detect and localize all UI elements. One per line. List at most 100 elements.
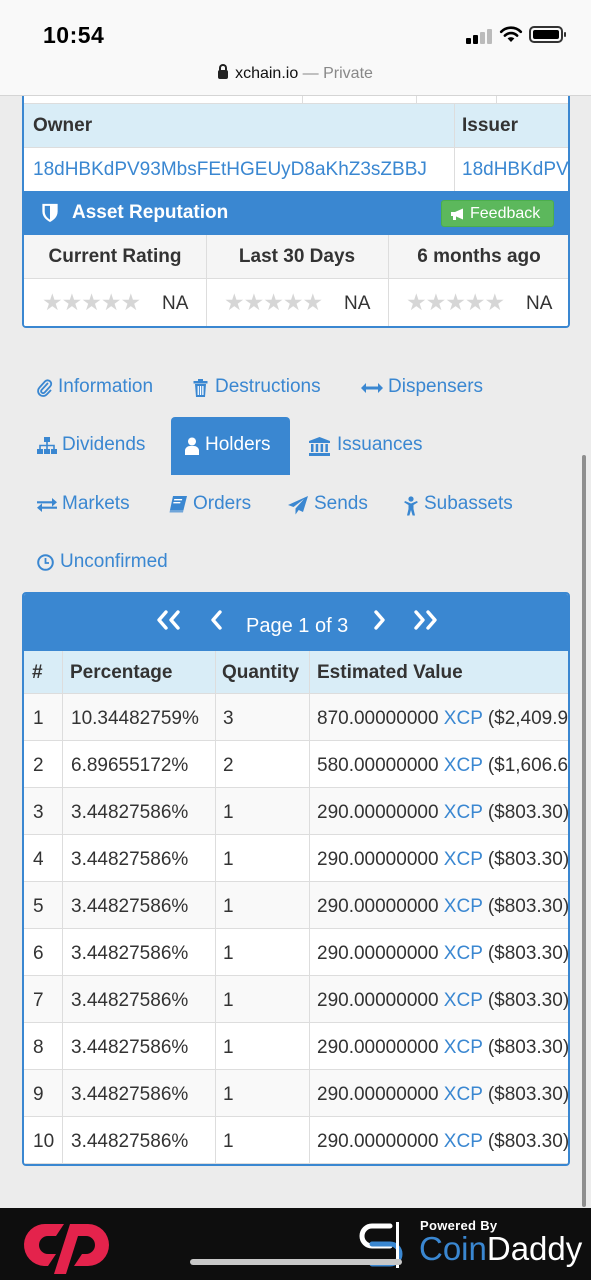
holder-rank: 4 xyxy=(33,849,44,870)
rating-col-current: Current Rating xyxy=(48,246,182,267)
holder-rank: 3 xyxy=(33,802,44,823)
holder-usd-value: ($803.30) xyxy=(487,990,570,1011)
table-row: 10 3.44827586% 1 290.00000000 XCP ($803.30) xyxy=(24,1117,570,1164)
lock-icon xyxy=(218,64,229,79)
holder-estimated-value: 290.00000000 XCP ($803.30) xyxy=(317,1037,568,1059)
arrows-h-icon xyxy=(361,383,383,393)
holder-usd-value: ($2,409.90) xyxy=(487,708,569,729)
holder-quantity: 1 xyxy=(223,896,234,917)
holder-rank: 7 xyxy=(33,990,44,1011)
holder-estimated-value: 290.00000000 XCP ($803.30) xyxy=(317,1131,570,1153)
feedback-button[interactable]: Feedback xyxy=(441,200,554,227)
tab-sends[interactable]: Sends xyxy=(288,476,378,534)
xcp-link[interactable]: XCP xyxy=(444,943,483,964)
xcp-link[interactable]: XCP xyxy=(444,1131,483,1152)
star-rating-icon: ★★★★★ xyxy=(224,289,323,315)
holder-estimated-value: 290.00000000 XCP ($803.30) xyxy=(317,990,570,1012)
tab-issuances[interactable]: Issuances xyxy=(309,417,439,475)
rating-value: NA xyxy=(344,293,371,314)
prev-page-button[interactable] xyxy=(208,608,224,639)
holder-estimated-value: 290.00000000 XCP ($803.30) xyxy=(317,802,568,824)
holder-rank: 8 xyxy=(33,1037,44,1058)
holder-amount: 580.00000000 xyxy=(317,755,439,776)
table-row: 9 3.44827586% 1 290.00000000 XCP ($803.30) xyxy=(24,1070,570,1117)
tab-destructions[interactable]: Destructions xyxy=(193,359,333,417)
tab-orders[interactable]: Orders xyxy=(169,476,269,534)
holder-percentage: 3.44827586% xyxy=(71,849,189,870)
holder-quantity: 2 xyxy=(223,755,234,776)
double-chevron-right-icon xyxy=(414,610,437,630)
tab-information[interactable]: Information xyxy=(37,359,167,417)
home-indicator[interactable] xyxy=(190,1259,402,1265)
user-icon xyxy=(185,437,199,455)
column-divider xyxy=(62,651,63,1164)
holder-amount: 290.00000000 xyxy=(317,990,439,1011)
xcp-link[interactable]: XCP xyxy=(444,802,483,823)
rating-divider xyxy=(206,235,207,326)
first-page-button[interactable] xyxy=(154,608,182,639)
pagination-bar: Page 1 of 3 xyxy=(24,594,568,651)
table-row: 6 3.44827586% 1 290.00000000 XCP ($803.30) xyxy=(24,929,568,976)
holder-estimated-value: 290.00000000 XCP ($803.30) xyxy=(317,943,568,965)
last-page-button[interactable] xyxy=(412,608,440,639)
xcp-link[interactable]: XCP xyxy=(444,896,483,917)
paperclip-icon xyxy=(37,379,53,397)
url-bar[interactable]: xchain.io — Private xyxy=(0,60,591,96)
holder-quantity: 1 xyxy=(223,1037,234,1058)
next-page-button[interactable] xyxy=(372,608,388,639)
browsing-mode: Private xyxy=(323,65,373,82)
owner-issuer-divider xyxy=(454,104,455,191)
tab-dividends[interactable]: Dividends xyxy=(37,417,159,475)
coindaddy-brand: CoinDaddy xyxy=(419,1230,582,1268)
holder-usd-value: ($1,606.60) xyxy=(487,755,569,776)
tab-label: Destructions xyxy=(215,376,321,397)
holder-rank: 9 xyxy=(33,1084,44,1105)
xcp-link[interactable]: XCP xyxy=(444,708,483,729)
owner-address-link[interactable]: 18dHBKdPV93MbsFEtHGEUyD8aKhZ3sZBBJ xyxy=(33,159,427,181)
xcp-link[interactable]: XCP xyxy=(444,1037,483,1058)
rating-col-6months: 6 months ago xyxy=(417,246,541,267)
holder-amount: 290.00000000 xyxy=(317,1084,439,1105)
holder-percentage: 3.44827586% xyxy=(71,1131,189,1152)
asset-panel: Owner Issuer 18dHBKdPV93MbsFEtHGEUyD8aKh… xyxy=(22,96,570,328)
holder-percentage: 3.44827586% xyxy=(71,1037,189,1058)
tab-markets[interactable]: Markets xyxy=(37,476,147,534)
holder-amount: 870.00000000 xyxy=(317,708,439,729)
owner-issuer-row: 18dHBKdPV93MbsFEtHGEUyD8aKhZ3sZBBJ 18dHB… xyxy=(24,148,568,191)
col-quantity: Quantity xyxy=(222,662,300,683)
tab-holders[interactable]: Holders xyxy=(171,417,290,475)
wifi-icon xyxy=(499,26,523,42)
tab-subassets[interactable]: Subassets xyxy=(404,476,524,534)
tab-label: Issuances xyxy=(337,434,423,455)
brand-daddy: Daddy xyxy=(486,1230,583,1267)
col-rank: # xyxy=(32,662,43,683)
holders-table-header: # Percentage Quantity Estimated Value xyxy=(24,651,568,694)
column-divider xyxy=(215,651,216,1164)
sitemap-icon xyxy=(37,437,57,454)
holder-amount: 290.00000000 xyxy=(317,802,439,823)
table-row: 3 3.44827586% 1 290.00000000 XCP ($803.30) xyxy=(24,788,568,835)
sponsor-bar[interactable]: Powered By CoinDaddy xyxy=(0,1208,591,1280)
col-estimated-value: Estimated Value xyxy=(317,662,463,683)
holder-usd-value: ($803.30) xyxy=(487,1131,570,1152)
tab-label: Holders xyxy=(205,434,271,455)
star-rating-icon: ★★★★★ xyxy=(42,289,141,315)
rating-current: ★★★★★ NA xyxy=(24,279,206,326)
xcp-link[interactable]: XCP xyxy=(444,990,483,1011)
holder-quantity: 1 xyxy=(223,802,234,823)
rating-6months: ★★★★★ NA xyxy=(388,279,568,326)
tab-label: Orders xyxy=(193,493,252,514)
previous-table-bottom xyxy=(24,96,568,104)
issuer-address-link[interactable]: 18dHBKdPV93MbsFEtHGEUyD8aKhZ3sZBBJ xyxy=(462,159,568,181)
page-scrollbar[interactable] xyxy=(582,455,586,1207)
holder-rank: 2 xyxy=(33,755,44,776)
tab-dispensers[interactable]: Dispensers xyxy=(361,359,491,417)
holder-percentage: 3.44827586% xyxy=(71,943,189,964)
shield-icon xyxy=(42,203,58,223)
tab-unconfirmed[interactable]: Unconfirmed xyxy=(37,534,182,592)
holder-usd-value: ($803.30) xyxy=(487,1084,570,1105)
xcp-link[interactable]: XCP xyxy=(444,1084,483,1105)
holder-quantity: 1 xyxy=(223,990,234,1011)
xcp-link[interactable]: XCP xyxy=(444,755,483,776)
xcp-link[interactable]: XCP xyxy=(444,849,483,870)
